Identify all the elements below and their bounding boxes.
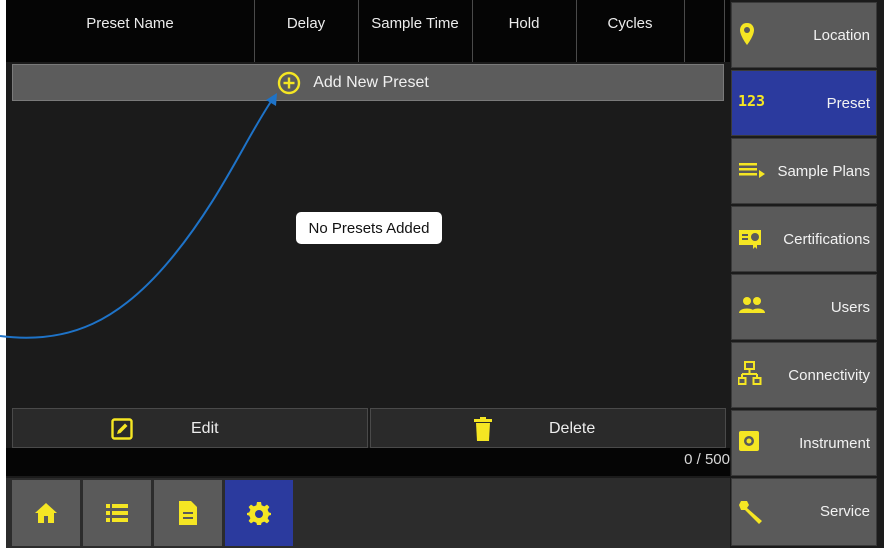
sidebar-item-users-label: Users xyxy=(830,299,870,316)
instrument-icon xyxy=(739,431,759,451)
empty-state-message: No Presets Added xyxy=(296,212,442,244)
table-header: Preset Name Delay Sample Time Hold Cycle… xyxy=(6,0,730,62)
counter-strip xyxy=(6,448,730,476)
document-icon xyxy=(179,501,197,525)
column-header-spacer xyxy=(684,0,725,62)
edit-pencil-icon xyxy=(111,418,133,440)
delete-label: Delete xyxy=(549,420,596,437)
add-circle-icon xyxy=(277,71,301,94)
sidebar-item-instrument-label: Instrument xyxy=(799,435,870,452)
add-new-preset-button[interactable]: Add New Preset xyxy=(12,64,724,101)
sidebar-item-sample-plans[interactable]: Sample Plans xyxy=(731,138,877,204)
sidebar-item-preset-label: Preset xyxy=(826,95,870,112)
list-button[interactable] xyxy=(83,480,151,546)
sidebar-item-connectivity[interactable]: Connectivity xyxy=(731,342,877,408)
preset-count: 0 / 500 xyxy=(684,451,730,468)
trash-icon xyxy=(474,417,492,441)
sidebar-item-users[interactable]: Users xyxy=(731,274,877,340)
edit-button[interactable]: Edit xyxy=(12,408,368,448)
column-header-preset-name[interactable]: Preset Name xyxy=(6,0,255,62)
column-header-delay[interactable]: Delay xyxy=(254,0,359,62)
sidebar-item-certifications-label: Certifications xyxy=(783,231,870,248)
delete-button[interactable]: Delete xyxy=(370,408,726,448)
sidebar-item-instrument[interactable]: Instrument xyxy=(731,410,877,476)
sidebar-item-preset[interactable]: 123 Preset xyxy=(731,70,877,136)
location-pin-icon xyxy=(740,23,754,45)
sidebar-item-service-label: Service xyxy=(819,503,870,520)
settings-button[interactable] xyxy=(225,480,293,546)
sidebar-item-sample-plans-label: Sample Plans xyxy=(777,163,870,180)
certificate-icon xyxy=(739,230,761,249)
settings-gear-icon xyxy=(247,502,271,525)
network-icon xyxy=(738,361,762,385)
document-button[interactable] xyxy=(154,480,222,546)
home-icon xyxy=(35,503,57,523)
column-header-hold[interactable]: Hold xyxy=(472,0,577,62)
edit-label: Edit xyxy=(191,420,219,437)
sidebar-item-connectivity-label: Connectivity xyxy=(788,367,870,384)
sidebar-item-location-label: Location xyxy=(813,27,870,44)
list-arrow-icon xyxy=(739,163,765,178)
add-new-preset-label: Add New Preset xyxy=(313,73,429,91)
column-header-sample-time[interactable]: Sample Time xyxy=(358,0,473,62)
sidebar-item-certifications[interactable]: Certifications xyxy=(731,206,877,272)
users-icon xyxy=(739,297,765,313)
list-icon xyxy=(106,504,128,522)
wrench-icon xyxy=(739,501,762,524)
123-numbers-icon: 123 xyxy=(738,92,766,110)
home-button[interactable] xyxy=(12,480,80,546)
sidebar-item-service[interactable]: Service xyxy=(731,478,877,546)
sidebar-item-location[interactable]: Location xyxy=(731,2,877,68)
column-header-cycles[interactable]: Cycles xyxy=(576,0,685,62)
